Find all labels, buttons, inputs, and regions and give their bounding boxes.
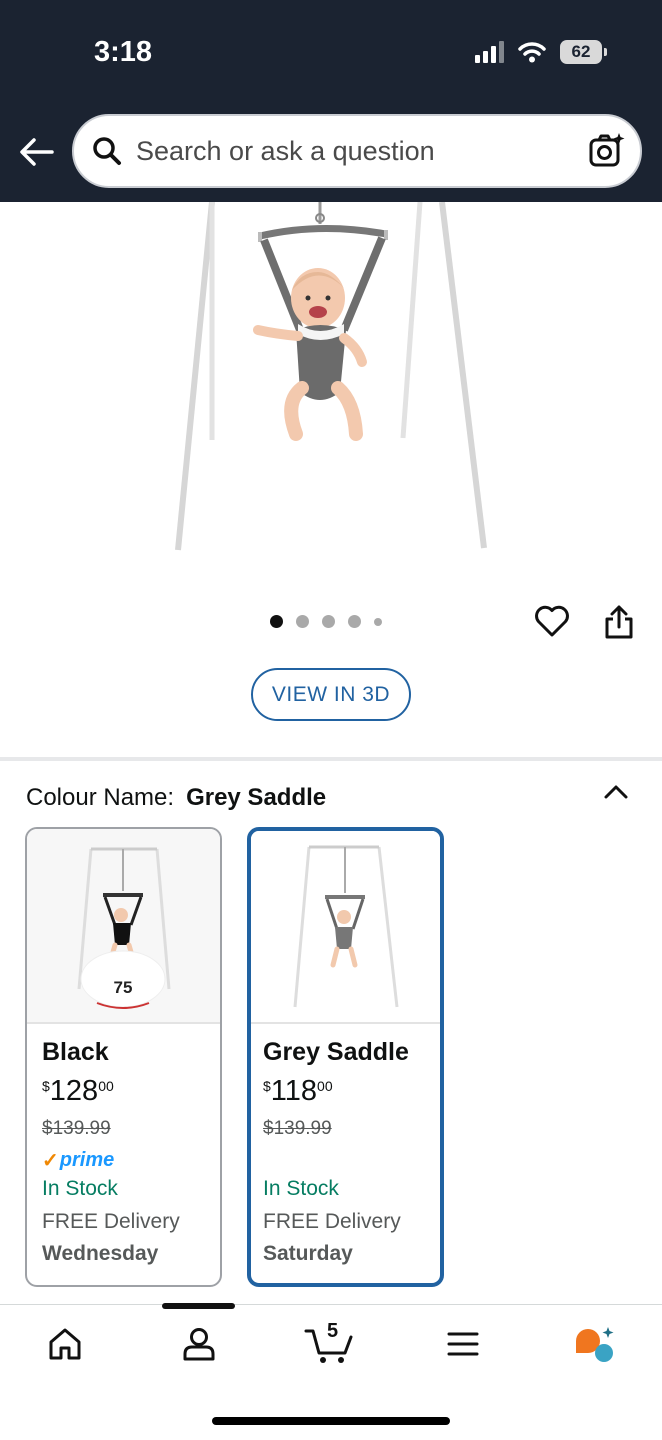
menu-icon[interactable] [446, 1325, 480, 1363]
delivery-day: Wednesday [42, 1242, 159, 1265]
stock-status: In Stock [263, 1177, 339, 1200]
active-tab-indicator [162, 1303, 235, 1309]
cart-count: 5 [327, 1320, 339, 1342]
pagination-dot[interactable] [296, 615, 309, 628]
wifi-icon [518, 42, 546, 63]
heart-icon[interactable] [534, 604, 570, 638]
delivery-text: FREE Delivery [263, 1210, 401, 1233]
search-input[interactable] [136, 135, 556, 167]
price-cents: 00 [98, 1078, 114, 1094]
prime-badge: ✓ prime [42, 1148, 220, 1172]
variant-price: $128 00 [42, 1075, 220, 1108]
home-icon[interactable] [46, 1325, 84, 1363]
chevron-up-icon[interactable] [602, 780, 630, 802]
delivery-day: Saturday [263, 1242, 353, 1265]
grey-jumper-thumbnail [293, 845, 399, 1008]
image-pagination[interactable] [270, 615, 382, 628]
view-in-3d-button[interactable]: VIEW IN 3D [251, 668, 411, 721]
variant-details: Grey Saddle $118 00 $139.99 In Stock FREE… [251, 1024, 440, 1266]
header-bar: 3:18 62 [0, 0, 662, 202]
pagination-dot[interactable] [270, 615, 283, 628]
prime-placeholder [263, 1149, 440, 1171]
badge-75: 75 [114, 978, 133, 997]
variant-name: Grey Saddle [263, 1038, 409, 1066]
camera-search-icon[interactable] [588, 132, 626, 170]
product-image[interactable] [0, 202, 662, 562]
baby-jumper-illustration [175, 202, 487, 551]
price-whole: 118 [270, 1075, 318, 1107]
status-icons: 62 [475, 40, 607, 64]
search-bar[interactable] [72, 114, 642, 188]
home-indicator [212, 1417, 450, 1425]
search-icon [93, 137, 121, 165]
price-currency: $ [263, 1078, 271, 1094]
black-jumper-thumbnail: 75 [77, 847, 171, 1009]
rufus-ai-icon[interactable] [572, 1325, 616, 1365]
variant-card-grey-saddle[interactable]: Grey Saddle $118 00 $139.99 In Stock FREE… [247, 827, 444, 1287]
status-time: 3:18 [94, 36, 153, 68]
variant-thumbnail: 75 [27, 829, 220, 1024]
share-icon[interactable] [604, 604, 634, 640]
delivery-text: FREE Delivery [42, 1210, 180, 1233]
stock-status: In Stock [42, 1177, 118, 1200]
list-price: $139.99 [263, 1118, 332, 1139]
selected-variant-value: Grey Saddle [186, 784, 327, 811]
account-icon[interactable] [180, 1325, 218, 1363]
pagination-dot[interactable] [374, 617, 382, 626]
variant-price: $118 00 [263, 1075, 440, 1108]
prime-label: prime [59, 1148, 115, 1171]
variant-details: Black $128 00 $139.99 ✓ prime In Stock FRE… [27, 1024, 220, 1266]
list-price: $139.99 [42, 1118, 111, 1139]
variant-label: Colour Name: [26, 784, 175, 811]
variant-card-black[interactable]: 75 Black $128 00 $139.99 ✓ prime In Stock … [25, 827, 222, 1287]
section-divider [0, 757, 662, 761]
cellular-signal-icon [475, 41, 504, 63]
back-arrow-icon[interactable] [18, 134, 56, 170]
price-currency: $ [42, 1078, 50, 1094]
variant-name: Black [42, 1038, 109, 1066]
variant-thumbnail [251, 831, 440, 1024]
prime-check-icon: ✓ [42, 1149, 59, 1172]
battery-indicator: 62 [560, 40, 607, 64]
variant-selector-header[interactable]: Colour Name: Grey Saddle [26, 784, 326, 812]
price-whole: 128 [49, 1075, 99, 1107]
pagination-dot[interactable] [322, 615, 335, 628]
pagination-dot[interactable] [348, 615, 361, 628]
price-cents: 00 [317, 1078, 333, 1094]
